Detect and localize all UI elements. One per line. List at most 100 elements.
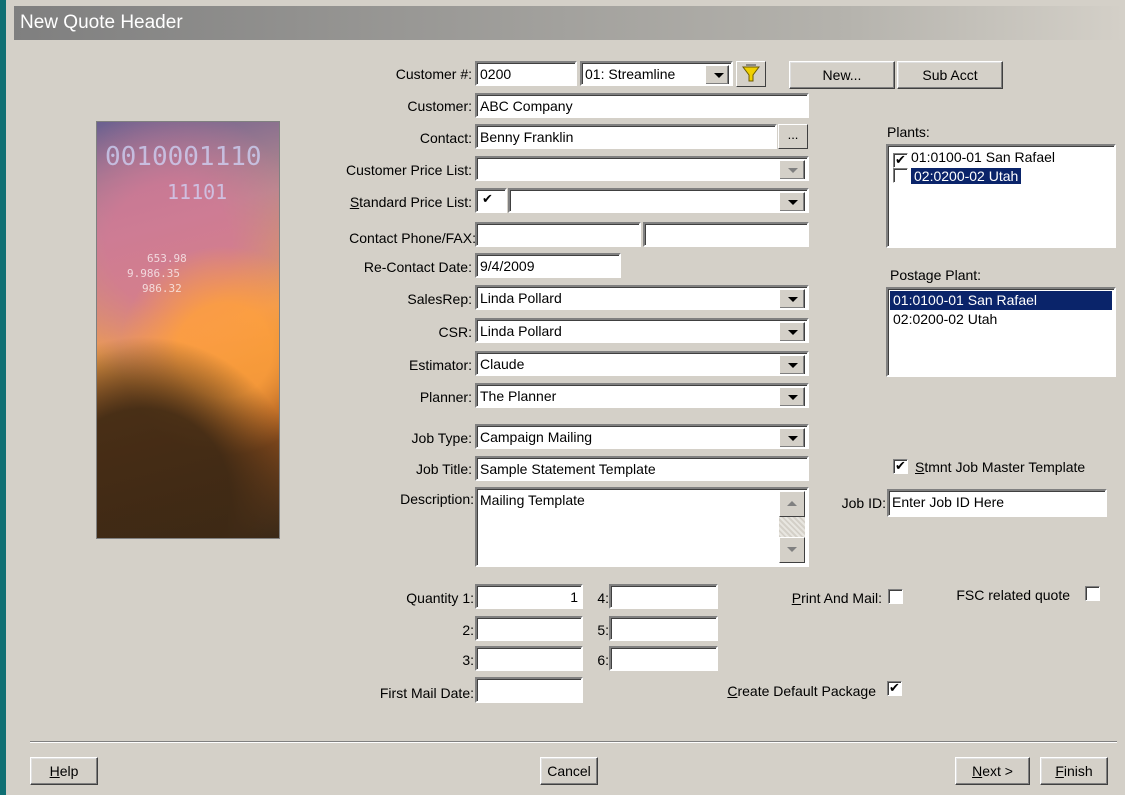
filter-icon-graphic [742,64,760,82]
stmnt-template-mnemonic: S [915,459,925,475]
first-mail-date-label: First Mail Date: [379,685,474,701]
postage-plant-list-item[interactable]: 01:0100-01 San Rafael [890,291,1112,310]
csr-dropdown[interactable]: Linda Pollard [475,318,809,343]
quantity-1-label: Quantity 1: [406,590,474,606]
chevron-down-icon[interactable] [705,65,729,84]
image-digits-3: 653.98 [147,252,187,265]
chevron-down-icon[interactable] [779,428,805,447]
image-digits-5: 986.32 [142,282,182,295]
new-customer-button[interactable]: New... [789,61,895,89]
customer-input[interactable]: ABC Company [475,93,809,118]
contact-phone-fax-label: Contact Phone/FAX: [349,230,476,246]
description-scrollbar[interactable] [779,491,805,563]
standard-price-list-label: Standard Price List: [300,193,472,211]
plant-checkbox[interactable] [893,168,908,183]
quantity-5-input[interactable] [609,616,718,641]
help-button[interactable]: Help [30,757,98,785]
chevron-down-icon[interactable] [779,355,805,374]
planner-dropdown[interactable]: The Planner [475,383,809,408]
stmnt-template-checkbox[interactable]: ✔ [893,459,908,474]
sub-acct-button-label: Sub Acct [922,67,978,83]
customer-account-dropdown[interactable]: 01: Streamline [580,61,733,86]
customer-num-input[interactable]: 0200 [475,61,577,86]
quantity-2-label: 2: [462,622,474,638]
plants-label: Plants: [887,124,930,140]
help-mnemonic: H [49,763,60,779]
description-value: Mailing Template [480,492,585,508]
job-title-label: Job Title: [415,461,472,477]
plant-item-label: 02:0200-02 Utah [911,168,1022,184]
print-and-mail-label: Print And Mail: [740,589,882,607]
dialog-title: New Quote Header [14,6,1125,40]
fsc-related-quote-checkbox[interactable] [1085,586,1100,601]
create-default-package-label: Create Default Package [680,682,876,700]
standard-price-list-dropdown[interactable] [508,188,809,213]
filter-icon[interactable] [736,61,766,87]
standard-price-list-label-text: tandard Price List: [359,194,472,210]
new-customer-button-label: New... [822,67,862,83]
finish-button[interactable]: Finish [1040,757,1108,785]
contact-input[interactable]: Benny Franklin [475,124,777,149]
recontact-date-input[interactable]: 9/4/2009 [475,253,621,278]
quantity-3-input[interactable] [475,646,583,671]
window-edge-gap [6,0,14,795]
job-id-label: Job ID: [841,495,886,511]
customer-price-list-dropdown[interactable] [475,156,809,181]
quantity-2-input[interactable] [475,616,583,641]
next-button-label: ext > [982,763,1013,779]
planner-value: The Planner [480,388,557,404]
description-textarea[interactable]: Mailing Template [475,487,809,567]
estimator-dropdown[interactable]: Claude [475,351,809,376]
create-default-package-checkbox[interactable]: ✔ [887,681,902,696]
image-digits-2: 11101 [167,180,228,204]
chevron-down-icon[interactable] [779,387,805,406]
quantity-3-label: 3: [462,652,474,668]
job-title-input[interactable]: Sample Statement Template [475,456,809,481]
chevron-down-icon[interactable] [779,289,805,308]
sub-acct-button[interactable]: Sub Acct [897,61,1003,89]
fsc-related-quote-label: FSC related quote [956,587,1070,603]
plants-list-item[interactable]: ✔ 01:0100-01 San Rafael [890,148,1112,168]
contact-label: Contact: [419,130,472,146]
estimator-label: Estimator: [408,357,472,373]
help-button-label: elp [59,763,79,779]
contact-phone-input[interactable] [475,222,641,247]
postage-plant-list-item[interactable]: 02:0200-02 Utah [890,310,1112,329]
scroll-up-icon[interactable] [779,491,805,517]
quantity-4-input[interactable] [609,584,718,609]
standard-price-list-checkbox[interactable]: ✔ [480,192,495,208]
standard-price-list-check-frame: ✔ [475,188,507,213]
print-and-mail-label-text: rint And Mail: [801,590,882,606]
chevron-down-icon[interactable] [779,160,805,179]
description-label: Description: [400,491,474,507]
cancel-button-label: Cancel [547,763,591,779]
postage-plant-listbox[interactable]: 01:0100-01 San Rafael 02:0200-02 Utah [886,287,1116,377]
print-and-mail-checkbox[interactable] [888,589,903,604]
chevron-down-icon[interactable] [779,192,805,211]
quantity-5-label: 5: [597,622,609,638]
quantity-6-label: 6: [597,652,609,668]
job-id-input[interactable]: Enter Job ID Here [887,489,1107,517]
customer-price-list-label: Customer Price List: [345,162,472,178]
plant-checkbox[interactable]: ✔ [893,153,908,168]
quantity-1-input[interactable]: 1 [475,584,583,609]
job-type-dropdown[interactable]: Campaign Mailing [475,424,809,449]
job-type-label: Job Type: [411,430,472,446]
scroll-down-icon[interactable] [779,537,805,563]
contact-fax-input[interactable] [643,222,809,247]
image-digits-1: 0010001110 [105,142,262,172]
chevron-down-icon[interactable] [779,322,805,341]
first-mail-date-input[interactable] [475,677,583,703]
standard-price-list-mnemonic: S [349,194,360,210]
plants-listbox[interactable]: ✔ 01:0100-01 San Rafael 02:0200-02 Utah [886,144,1116,248]
plants-list-item[interactable]: 02:0200-02 Utah [890,167,1112,186]
salesrep-label: SalesRep: [407,291,472,307]
quantity-6-input[interactable] [609,646,718,671]
contact-browse-button[interactable]: ... [778,124,808,149]
cancel-button[interactable]: Cancel [540,757,598,785]
planner-label: Planner: [419,389,472,405]
job-type-value: Campaign Mailing [480,429,593,445]
postage-plant-label: Postage Plant: [890,267,982,283]
salesrep-dropdown[interactable]: Linda Pollard [475,285,809,310]
next-button[interactable]: Next > [955,757,1030,785]
